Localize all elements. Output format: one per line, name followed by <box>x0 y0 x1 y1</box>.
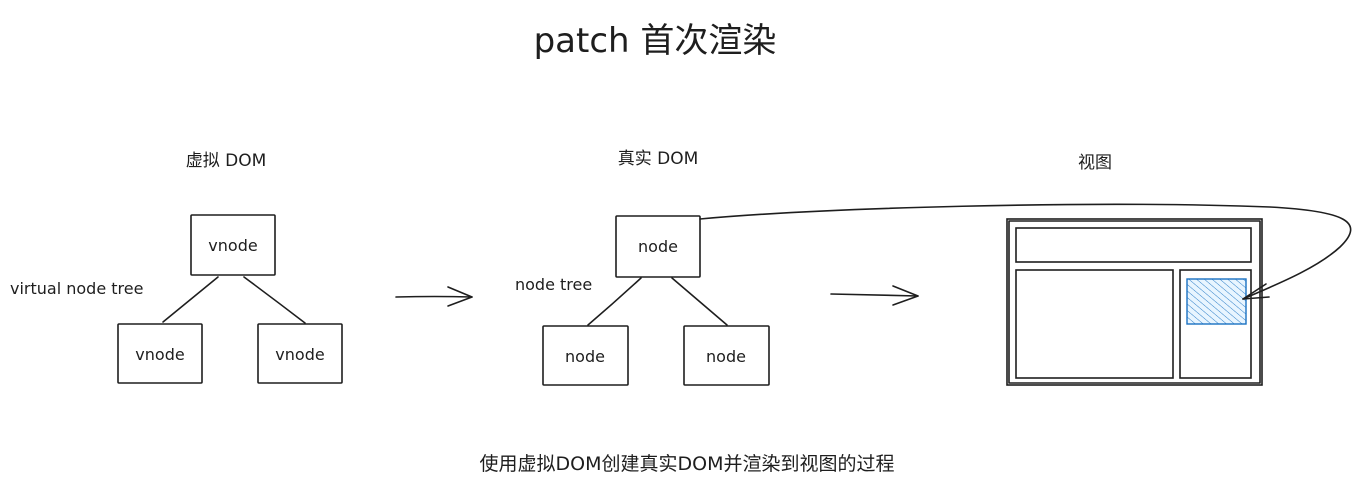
node-right-label: node <box>706 347 746 366</box>
vnode-right-label: vnode <box>275 345 324 364</box>
node-left-label: node <box>565 347 605 366</box>
view-header-bar <box>1015 227 1252 263</box>
real-tree-edge-right <box>671 277 728 326</box>
vnode-left-label: vnode <box>135 345 184 364</box>
vnode-root-label: vnode <box>208 236 257 255</box>
real-dom-label: 真实 DOM <box>618 149 699 169</box>
real-tree-edge-left <box>587 277 642 326</box>
virtual-tree-label: virtual node tree <box>10 279 143 298</box>
diagram-caption: 使用虚拟DOM创建真实DOM并渲染到视图的过程 <box>480 453 895 475</box>
view-wireframe <box>1006 218 1263 386</box>
arrow-virtual-to-real <box>395 286 473 307</box>
virtual-dom-label: 虚拟 DOM <box>186 151 267 171</box>
node-root-label: node <box>638 237 678 256</box>
virtual-node-tree: vnode vnode vnode virtual node tree <box>10 214 343 384</box>
real-node-tree: node node node node tree <box>515 215 770 386</box>
real-tree-label: node tree <box>515 275 592 294</box>
view-label: 视图 <box>1078 153 1112 173</box>
view-rendered-element-hatch <box>1187 279 1246 324</box>
page-title: patch 首次渲染 <box>534 21 777 61</box>
virtual-tree-edge-left <box>162 276 219 323</box>
diagram-canvas: patch 首次渲染 虚拟 DOM 真实 DOM 视图 vnode vnode … <box>10 21 1352 475</box>
virtual-tree-edge-right <box>243 276 306 324</box>
view-main-panel <box>1015 269 1174 379</box>
arrow-real-to-view <box>830 285 919 306</box>
